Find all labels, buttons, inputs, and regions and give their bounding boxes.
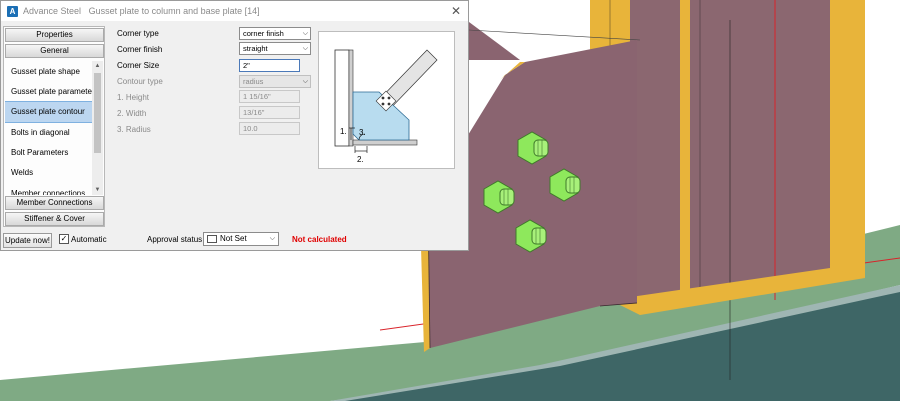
approval-status-label: Approval status [147, 235, 203, 244]
diagram-label-2: 2. [357, 155, 364, 164]
diagram-label-3: 3. [359, 128, 366, 137]
nav-header-properties[interactable]: Properties [5, 28, 104, 42]
contour-type-select: radius ⌵ [239, 75, 311, 88]
column-flange-mid [680, 0, 690, 300]
corner-finish-label: Corner finish [117, 45, 163, 54]
radius-label: 3. Radius [117, 125, 151, 134]
chevron-down-icon: ⌵ [302, 30, 308, 37]
nav-scrollbar[interactable]: ▲ ▼ [92, 61, 103, 195]
nav-item-bolt-parameters[interactable]: Bolt Parameters [5, 143, 92, 163]
height-input: 1 15/16" [239, 90, 300, 103]
nav-header-member-connections[interactable]: Member Connections [5, 196, 104, 210]
corner-size-label: Corner Size [117, 61, 160, 70]
close-icon[interactable]: ✕ [449, 4, 463, 18]
automatic-checkbox[interactable]: ✓ [59, 234, 69, 244]
chevron-down-icon[interactable]: ▼ [92, 185, 103, 195]
approval-status-select[interactable]: Not Set ⌵ [203, 232, 279, 246]
nav-item-gusset-plate-shape[interactable]: Gusset plate shape [5, 62, 92, 82]
title-bar[interactable]: A Advance Steel Gusset plate to column a… [1, 1, 468, 21]
nav-page-list: Gusset plate shape Gusset plate paramete… [5, 61, 92, 195]
width-input: 13/16" [239, 106, 300, 119]
corner-finish-select[interactable]: straight ⌵ [239, 42, 311, 55]
nav-header-stiffener-cover[interactable]: Stiffener & Cover [5, 212, 104, 226]
corner-finish-value: straight [243, 44, 268, 53]
category-navigation: Properties General Gusset plate shape Gu… [3, 26, 105, 227]
nav-item-welds[interactable]: Welds [5, 163, 92, 183]
nav-item-gusset-plate-contour[interactable]: Gusset plate contour [5, 101, 92, 123]
corner-type-label: Corner type [117, 29, 159, 38]
corner-type-select[interactable]: corner finish ⌵ [239, 27, 311, 40]
height-label: 1. Height [117, 93, 150, 102]
scroll-thumb[interactable] [94, 73, 101, 153]
contour-type-label: Contour type [117, 77, 163, 86]
column-web [630, 0, 680, 302]
app-name: Advance Steel [23, 6, 82, 16]
advance-steel-logo-icon: A [7, 6, 18, 17]
status-color-icon [207, 235, 217, 243]
radius-input: 10.0 [239, 122, 300, 135]
update-now-button[interactable]: Update now! [3, 233, 52, 248]
width-label: 2. Width [117, 109, 147, 118]
approval-status-value: Not Set [220, 234, 247, 243]
connection-properties-dialog: A Advance Steel Gusset plate to column a… [0, 0, 469, 251]
chevron-down-icon: ⌵ [302, 78, 308, 85]
calculation-status: Not calculated [292, 235, 347, 244]
corner-size-input[interactable]: 2" [239, 59, 300, 72]
chevron-up-icon[interactable]: ▲ [92, 61, 103, 71]
nav-header-general[interactable]: General [5, 44, 104, 58]
nav-item-bolts-in-diagonal[interactable]: Bolts in diagonal [5, 123, 92, 143]
dialog-title: Gusset plate to column and base plate [1… [88, 6, 260, 16]
nav-item-gusset-plate-parameter[interactable]: Gusset plate parameter [5, 82, 92, 102]
column-flange-right [830, 0, 865, 278]
chevron-down-icon: ⌵ [302, 45, 308, 52]
chevron-down-icon: ⌵ [269, 235, 275, 242]
corner-type-value: corner finish [243, 29, 284, 38]
window-title: Advance Steel Gusset plate to column and… [23, 6, 260, 16]
gusset-contour-preview: 1. 2. 3. [318, 31, 455, 169]
automatic-label: Automatic [71, 235, 107, 244]
nav-item-member-connections[interactable]: Member connections [5, 184, 92, 195]
contour-type-value: radius [243, 77, 264, 86]
diagram-label-1: 1. [340, 127, 347, 136]
column-web-right [690, 0, 830, 300]
